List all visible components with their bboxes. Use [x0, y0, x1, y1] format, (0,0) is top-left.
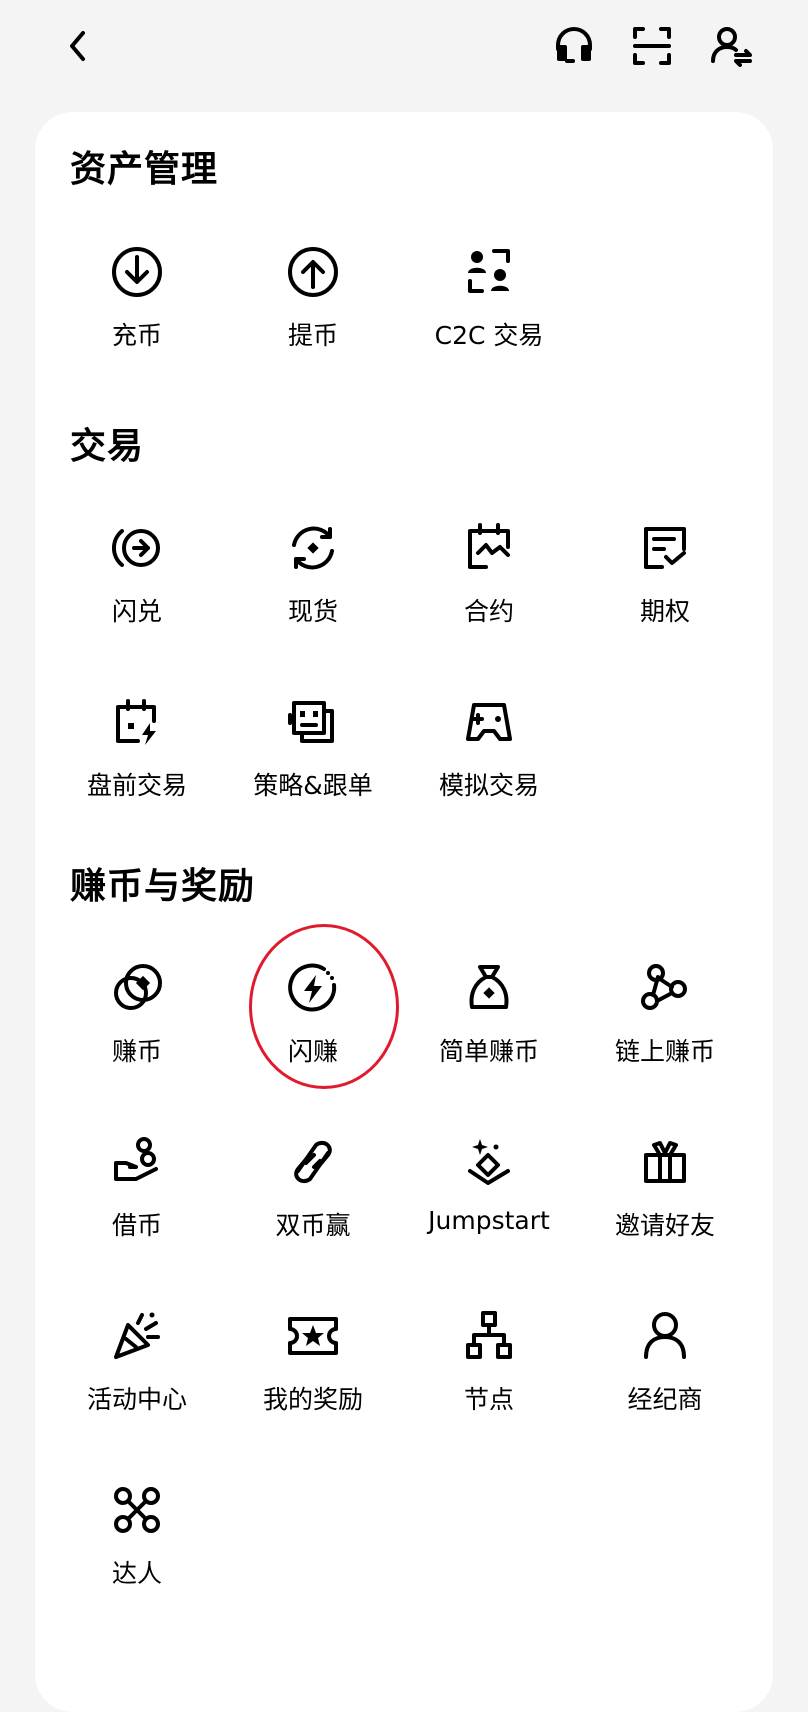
menu-item-label: 经纪商 [627, 1385, 703, 1414]
menu-item-onchain-earn[interactable]: 链上赚币 [577, 948, 753, 1122]
premarket-icon [105, 690, 169, 754]
menu-item-label: 充币 [111, 321, 162, 350]
menu-item-dual-investment[interactable]: 双币赢 [225, 1122, 401, 1296]
section-title-earn-rewards: 赚币与奖励 [70, 866, 256, 907]
menu-item-bot[interactable]: 策略&跟单 [225, 682, 401, 856]
menu-item-label: 节点 [463, 1385, 514, 1414]
menu-item-label: 策略&跟单 [253, 771, 373, 800]
menu-item-label: 闪兑 [111, 597, 162, 626]
menu-item-label: 赚币 [111, 1037, 162, 1066]
menu-item-spot[interactable]: 现货 [225, 508, 401, 682]
menu-item-loan[interactable]: 借币 [49, 1122, 225, 1296]
menu-item-label: 提币 [287, 321, 338, 350]
gift-icon [633, 1130, 697, 1194]
menu-item-withdraw[interactable]: 提币 [225, 232, 401, 406]
deposit-icon [105, 240, 169, 304]
menu-item-label: 期权 [639, 597, 690, 626]
menu-item-premarket[interactable]: 盘前交易 [49, 682, 225, 856]
menu-item-label: 双币赢 [275, 1211, 351, 1240]
menu-item-label: 链上赚币 [614, 1037, 715, 1066]
menu-item-jumpstart[interactable]: Jumpstart [401, 1122, 577, 1296]
menu-item-label: 借币 [111, 1211, 162, 1240]
menu-item-futures[interactable]: 合约 [401, 508, 577, 682]
trading-grid: 闪兑 现货 合约 期权 盘前交易 策略&跟单 模拟交易 [35, 508, 787, 856]
user-switch-icon [711, 27, 752, 67]
scan-button[interactable] [624, 18, 680, 74]
node-tree-icon [457, 1304, 521, 1368]
menu-item-label: 合约 [463, 597, 514, 626]
demo-trading-icon [457, 690, 521, 754]
menu-item-label: 达人 [111, 1559, 162, 1588]
menu-item-broker[interactable]: 经纪商 [577, 1296, 753, 1470]
menu-item-label: 简单赚币 [438, 1037, 539, 1066]
menu-item-events[interactable]: 活动中心 [49, 1296, 225, 1470]
menu-item-flash-earn[interactable]: 闪赚 [225, 924, 401, 1122]
futures-icon [457, 516, 521, 580]
menu-item-label: 邀请好友 [614, 1211, 715, 1240]
menu-item-influencer[interactable]: 达人 [49, 1470, 225, 1644]
withdraw-icon [281, 240, 345, 304]
options-icon [633, 516, 697, 580]
menu-item-invite-friends[interactable]: 邀请好友 [577, 1122, 753, 1296]
scan-icon [633, 27, 671, 65]
jumpstart-icon [457, 1130, 521, 1194]
back-button[interactable] [50, 18, 106, 74]
earn-rewards-grid: 赚币 闪赚 简单赚币 链上赚币 借币 双币赢 Jumpstart 邀请好友 活动… [35, 924, 787, 1644]
c2c-icon [457, 240, 521, 304]
person-icon [633, 1304, 697, 1368]
customer-support-button[interactable] [546, 18, 602, 74]
section-title-asset-management: 资产管理 [70, 149, 219, 190]
menu-item-convert[interactable]: 闪兑 [49, 508, 225, 682]
top-bar [0, 0, 808, 90]
menu-item-label: 活动中心 [86, 1385, 187, 1414]
ticket-star-icon [281, 1304, 345, 1368]
command-icon [105, 1478, 169, 1542]
onchain-earn-icon [633, 956, 697, 1020]
headset-icon [556, 27, 592, 63]
section-title-trading: 交易 [70, 426, 145, 467]
menu-item-label: 我的奖励 [262, 1385, 363, 1414]
menu-item-my-rewards[interactable]: 我的奖励 [225, 1296, 401, 1470]
menu-item-c2c[interactable]: C2C 交易 [401, 232, 577, 406]
flash-earn-icon [281, 956, 345, 1020]
earn-icon [105, 956, 169, 1020]
menu-item-demo-trading[interactable]: 模拟交易 [401, 682, 577, 856]
menu-item-simple-earn[interactable]: 简单赚币 [401, 948, 577, 1122]
menu-item-label: 盘前交易 [86, 771, 187, 800]
menu-item-label: 闪赚 [287, 1037, 338, 1066]
menu-item-label: 现货 [287, 597, 338, 626]
menu-item-deposit[interactable]: 充币 [49, 232, 225, 406]
asset-management-grid: 充币 提币 C2C 交易 [35, 232, 787, 406]
menu-item-label: 模拟交易 [438, 771, 539, 800]
dual-investment-icon [281, 1130, 345, 1194]
menu-card: 资产管理 充币 提币 C2C 交易 交易 闪兑 现货 合约 期权 盘前交易 策略… [35, 112, 773, 1712]
menu-item-label: C2C 交易 [434, 321, 544, 350]
menu-item-earn[interactable]: 赚币 [49, 948, 225, 1122]
spot-icon [281, 516, 345, 580]
convert-icon [105, 516, 169, 580]
chevron-left-icon [70, 31, 85, 61]
loan-icon [105, 1130, 169, 1194]
party-popper-icon [105, 1304, 169, 1368]
menu-item-label: Jumpstart [428, 1206, 550, 1235]
switch-account-button[interactable] [703, 18, 759, 74]
simple-earn-icon [457, 956, 521, 1020]
menu-item-node[interactable]: 节点 [401, 1296, 577, 1470]
bot-icon [281, 690, 345, 754]
menu-item-options[interactable]: 期权 [577, 508, 753, 682]
